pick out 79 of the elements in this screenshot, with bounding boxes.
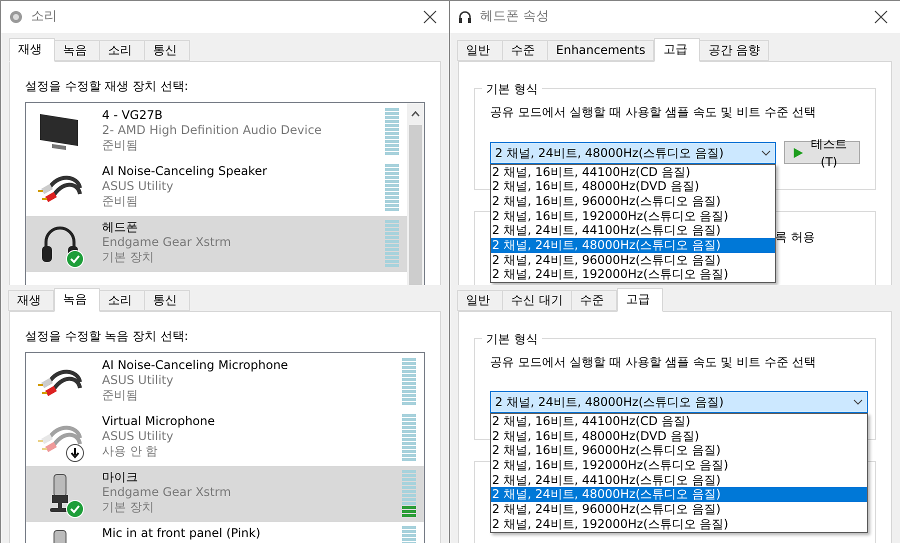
scrollbar[interactable] (407, 103, 424, 285)
device-status: 준비됨 (102, 194, 139, 209)
device-status: 기본 장치 (102, 250, 155, 265)
device-name: AI Noise-Canceling Microphone (102, 358, 290, 373)
tab[interactable]: 수준 (502, 40, 548, 61)
device-item[interactable]: 마이크 Endgame Gear Xstrm 기본 장치 (26, 466, 424, 522)
dropdown-option[interactable]: 2 채널, 24비트, 48000Hz(스튜디오 음질) (491, 487, 867, 502)
play-icon (793, 146, 804, 158)
dropdown-option[interactable]: 2 채널, 16비트, 44100Hz(CD 음질) (491, 414, 867, 429)
dropdown-option[interactable]: 2 채널, 16비트, 192000Hz(스튜디오 음질) (491, 208, 775, 224)
prompt-text: 설정을 수정할 재생 장치 선택: (25, 78, 190, 95)
dropdown-option[interactable]: 2 채널, 24비트, 96000Hz(스튜디오 음질) (491, 252, 775, 268)
description-text: 공유 모드에서 실행할 때 사용할 샘플 속도 및 비트 수준 선택 (490, 104, 818, 121)
device-name: 마이크 (102, 470, 139, 485)
device-status: 준비됨 (102, 138, 139, 153)
device-name: Virtual Microphone (102, 414, 216, 429)
close-icon[interactable] (423, 10, 437, 24)
dropdown-option[interactable]: 2 채널, 24비트, 96000Hz(스튜디오 음질) (491, 502, 867, 517)
tab[interactable]: 녹음 (54, 40, 100, 61)
dropdown-option[interactable]: 2 채널, 24비트, 192000Hz(스튜디오 음질) (491, 267, 775, 282)
format-dropdown[interactable]: 2 채널, 24비트, 48000Hz(스튜디오 음질) (490, 391, 868, 413)
headphones-icon (458, 10, 472, 24)
dropdown-option[interactable]: 2 채널, 16비트, 192000Hz(스튜디오 음질) (491, 458, 867, 473)
level-meter (402, 470, 416, 518)
level-meter (402, 414, 416, 462)
tab[interactable]: 재생 (9, 38, 55, 62)
device-description: 2- AMD High Definition Audio Device (102, 123, 323, 138)
window-title: 소리 (31, 8, 58, 26)
device-description: ASUS Utility (102, 179, 174, 194)
tab[interactable]: 일반 (457, 290, 503, 311)
scroll-up-icon[interactable] (411, 111, 420, 117)
tab[interactable]: 소리 (99, 40, 145, 61)
prompt-text: 설정을 수정할 녹음 장치 선택: (25, 328, 190, 345)
tab[interactable]: 녹음 (54, 288, 100, 312)
level-meter (385, 108, 399, 156)
close-icon[interactable] (874, 10, 888, 24)
level-meter (385, 164, 399, 212)
format-dropdown[interactable]: 2 채널, 24비트, 48000Hz(스튜디오 음질) (490, 142, 776, 164)
device-item[interactable]: 헤드폰 Endgame Gear Xstrm 기본 장치 (26, 216, 407, 272)
dropdown-option[interactable]: 2 채널, 16비트, 48000Hz(DVD 음질) (491, 179, 775, 194)
device-status: 사용 안 함 (102, 444, 159, 459)
device-description: ASUS Utility (102, 429, 174, 444)
device-name: 4 - VG27B (102, 108, 164, 123)
dropdown-option[interactable]: 2 채널, 24비트, 192000Hz(스튜디오 음질) (491, 516, 867, 532)
device-description: Endgame Gear Xstrm (102, 235, 232, 250)
device-name: 헤드폰 (102, 220, 139, 235)
tab[interactable]: 고급 (616, 288, 663, 312)
tab[interactable]: 일반 (457, 40, 503, 61)
microphone-icon (50, 474, 70, 512)
tab[interactable]: 재생 (8, 290, 54, 311)
tab[interactable]: 고급 (654, 38, 700, 62)
dropdown-option[interactable]: 2 채널, 24비트, 44100Hz(스튜디오 음질) (491, 223, 775, 238)
chevron-down-icon (761, 150, 771, 156)
dropdown-option[interactable]: 2 채널, 16비트, 96000Hz(스튜디오 음질) (491, 194, 775, 209)
tab[interactable]: Enhancements (547, 40, 654, 61)
device-description: ASUS Utility (102, 373, 174, 388)
tab[interactable]: 소리 (99, 290, 145, 311)
dropdown-option[interactable]: 2 채널, 16비트, 44100Hz(CD 음질) (491, 164, 775, 180)
level-meter (402, 358, 416, 406)
device-description: Endgame Gear Xstrm (102, 485, 232, 500)
device-name: AI Noise-Canceling Speaker (102, 164, 268, 179)
window-title: 헤드폰 속성 (480, 8, 550, 26)
option-text: 록 허용 (775, 229, 815, 246)
dropdown-option[interactable]: 2 채널, 24비트, 44100Hz(스튜디오 음질) (491, 472, 867, 488)
dropdown-option[interactable]: 2 채널, 16비트, 48000Hz(DVD 음질) (491, 428, 867, 444)
dropdown-option[interactable]: 2 채널, 24비트, 48000Hz(스튜디오 음질) (491, 238, 775, 253)
description-text: 공유 모드에서 실행할 때 사용할 샘플 속도 및 비트 수준 선택 (490, 354, 818, 371)
level-meter (385, 220, 399, 268)
tab[interactable]: 공간 음향 (699, 40, 770, 61)
tab[interactable]: 수신 대기 (502, 290, 572, 311)
tab[interactable]: 수준 (570, 290, 617, 311)
device-status: 기본 장치 (102, 500, 155, 515)
dropdown-option[interactable]: 2 채널, 16비트, 96000Hz(스튜디오 음질) (491, 443, 867, 458)
chevron-down-icon (853, 399, 863, 405)
device-status: 준비됨 (102, 388, 139, 403)
tab[interactable]: 통신 (144, 40, 190, 61)
speaker-icon (9, 10, 23, 24)
tab[interactable]: 통신 (144, 290, 190, 311)
device-name: Mic in at front panel (Pink) (102, 526, 262, 541)
